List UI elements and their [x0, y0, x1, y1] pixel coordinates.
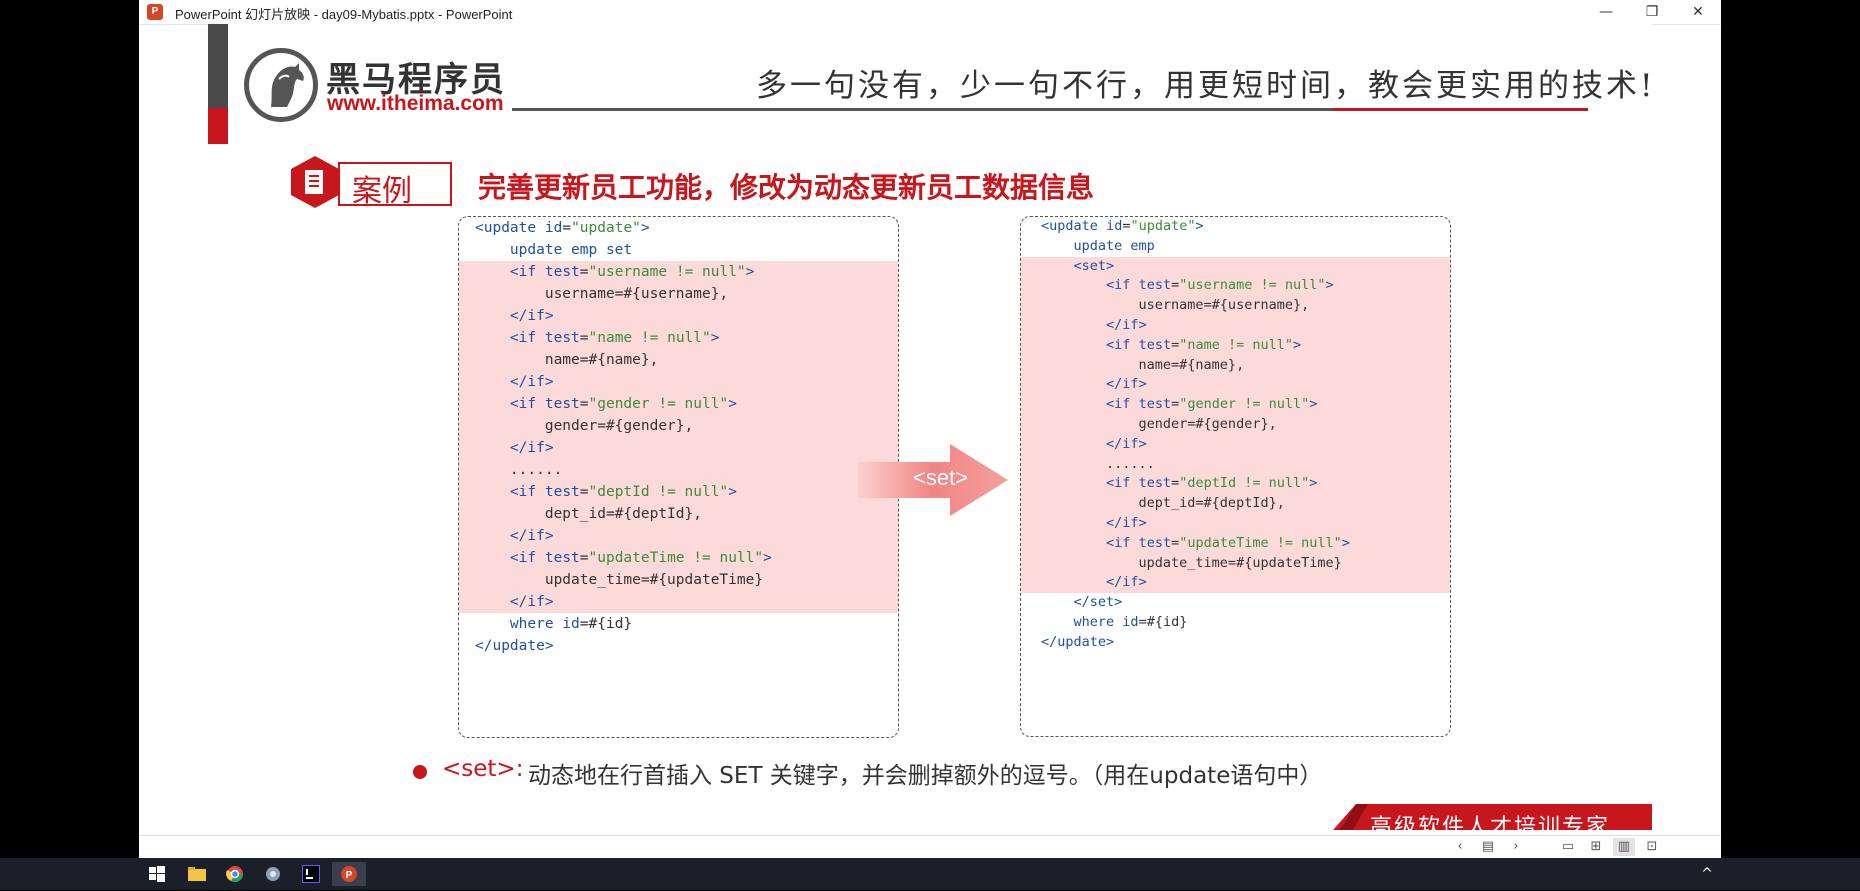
code-line: </if>	[459, 437, 898, 459]
code-line: </if>	[459, 371, 898, 393]
bullet-dot	[413, 765, 427, 779]
app-icon[interactable]	[256, 862, 290, 886]
horse-icon	[271, 63, 304, 107]
taskbar: P ^	[0, 858, 1860, 890]
intellij-icon[interactable]	[294, 862, 328, 886]
bullet-text: 动态地在行首插入 SET 关键字，并会删掉额外的逗号。（用在update语句中）	[528, 763, 1323, 789]
slogan: 多一句没有，少一句不行，用更短时间，教会更实用的技术!	[756, 68, 1652, 104]
prev-icon[interactable]: ‹	[1449, 838, 1471, 856]
code-line: </if>	[1021, 316, 1450, 336]
code-line: <if test="name != null">	[1021, 335, 1450, 356]
title-bar: P PowerPoint 幻灯片放映 - day09-Mybatis.pptx …	[139, 0, 1721, 25]
left-accent-bar	[208, 24, 228, 108]
arrow-label: <set>	[913, 465, 969, 490]
close-button[interactable]: ✕	[1675, 0, 1721, 24]
minimize-button[interactable]: —	[1583, 0, 1629, 24]
status-bar: ‹ ▤ › ▭ ⊞ ▥ ⊡	[139, 835, 1721, 859]
svg-text:P: P	[346, 870, 353, 881]
case-label: 案例	[352, 174, 412, 209]
code-line: <update id="update">	[475, 220, 650, 236]
reading-view-icon[interactable]: ▥	[1613, 838, 1635, 856]
powerpoint-taskbar-icon[interactable]: P	[332, 862, 366, 886]
section-title: 完善更新员工功能，修改为动态更新员工数据信息	[478, 171, 1095, 204]
chrome-icon[interactable]	[218, 862, 252, 886]
code-line: </if>	[1021, 375, 1450, 396]
left-accent-bar-red	[208, 108, 228, 144]
code-line: username=#{username},	[459, 283, 898, 305]
powerpoint-window: P PowerPoint 幻灯片放映 - day09-Mybatis.pptx …	[139, 0, 1721, 859]
code-line: </if>	[1021, 573, 1450, 594]
code-line: <if test="updateTime != null">	[459, 547, 898, 569]
code-line: </if>	[459, 525, 898, 547]
normal-view-icon[interactable]: ▭	[1557, 838, 1579, 856]
slogan-underline-accent	[1333, 108, 1588, 111]
code-line: </update>	[475, 638, 554, 654]
file-explorer-icon[interactable]	[180, 862, 214, 886]
code-line: </if>	[1021, 514, 1450, 534]
code-block-after: <update id="update"> update emp <set> <i…	[1020, 216, 1451, 737]
code-line: ......	[459, 459, 898, 481]
windows-start-icon[interactable]	[140, 862, 174, 886]
chevron-up-icon[interactable]: ^	[1690, 862, 1724, 886]
code-line: </update>	[1041, 633, 1115, 650]
next-icon[interactable]: ›	[1505, 838, 1527, 856]
code-line: <if test="gender != null">	[459, 393, 898, 415]
logo-url: www.itheima.com	[327, 92, 504, 115]
code-line: ......	[1021, 454, 1450, 475]
footer-text: 高级软件人才培训专家	[1370, 815, 1611, 830]
code-line: <if test="gender != null">	[1021, 395, 1450, 415]
code-line: <if test="username != null">	[1021, 276, 1450, 297]
bullet-tag: <set>:	[442, 756, 524, 782]
code-line: </if>	[459, 305, 898, 327]
code-line: update_time=#{updateTime}	[1021, 553, 1450, 574]
logo-horse-icon	[244, 48, 318, 122]
code-line: <if test="deptId != null">	[1021, 474, 1450, 495]
code-line: </if>	[1021, 434, 1450, 455]
code-line: name=#{name},	[459, 349, 898, 371]
code-line: dept_id=#{deptId},	[459, 503, 898, 525]
code-line: <if test="name != null">	[459, 327, 898, 349]
code-line: </if>	[459, 591, 898, 613]
code-line: <if test="updateTime != null">	[1021, 533, 1450, 554]
code-line: username=#{username},	[1021, 296, 1450, 316]
code-line: gender=#{gender},	[459, 415, 898, 437]
code-line: dept_id=#{deptId},	[1021, 494, 1450, 514]
code-line: update_time=#{updateTime}	[459, 569, 898, 591]
code-line: where id=#{id}	[1073, 614, 1188, 630]
code-block-before: <update id="update"> update emp set <if …	[458, 216, 899, 738]
code-line: where id=#{id}	[509, 616, 633, 632]
slideshow-icon[interactable]: ⊡	[1641, 838, 1663, 856]
code-line: update emp set	[509, 242, 633, 258]
slide-menu-icon[interactable]: ▤	[1477, 838, 1499, 856]
code-line: gender=#{gender},	[1021, 415, 1450, 435]
powerpoint-icon: P	[147, 4, 163, 20]
code-line: <if test="username != null">	[459, 261, 898, 283]
code-line: </set>	[1073, 594, 1123, 611]
window-title: PowerPoint 幻灯片放映 - day09-Mybatis.pptx - …	[175, 7, 513, 22]
code-line: name=#{name},	[1021, 355, 1450, 376]
code-line: <if test="deptId != null">	[459, 481, 898, 503]
sorter-view-icon[interactable]: ⊞	[1585, 838, 1607, 856]
document-icon	[291, 156, 339, 208]
code-line: update emp	[1073, 237, 1155, 254]
code-line: <update id="update">	[1041, 218, 1204, 234]
case-badge: 案例	[338, 162, 452, 209]
slide[interactable]: 黑马程序员 www.itheima.com 多一句没有，少一句不行，用更短时间，…	[208, 24, 1652, 830]
restore-button[interactable]: ❐	[1629, 0, 1675, 24]
code-line: <set>	[1021, 256, 1450, 277]
